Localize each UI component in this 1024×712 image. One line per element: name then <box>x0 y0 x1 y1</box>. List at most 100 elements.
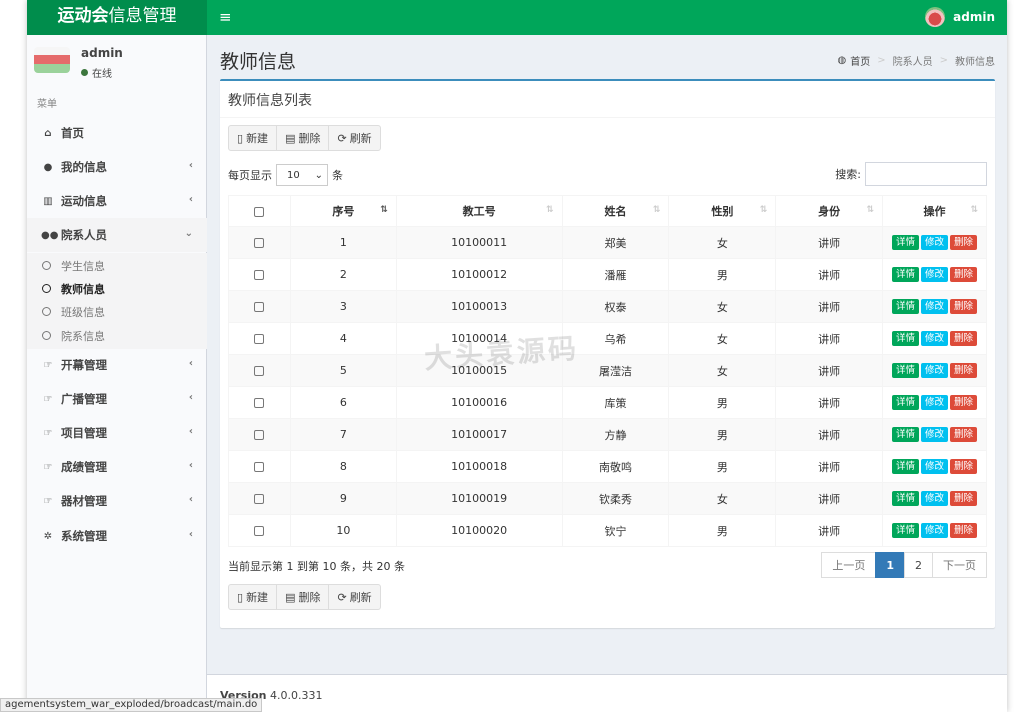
row-delete-button[interactable]: 删除 <box>950 523 978 538</box>
nav-broadcast[interactable]: ☞ 广播管理 ‹ <box>27 382 207 416</box>
submenu-item[interactable]: 院系信息 <box>27 324 207 347</box>
table-row[interactable]: 3 10100013 权泰女讲师 详情 修改 删除 <box>228 290 987 323</box>
column-header[interactable]: 姓名 ⇅ <box>561 195 670 227</box>
table-row[interactable]: 7 10100017 方静男讲师 详情 修改 删除 <box>228 418 987 451</box>
row-select-cell[interactable] <box>228 290 291 323</box>
edit-button[interactable]: 修改 <box>921 363 949 378</box>
row-checkbox[interactable] <box>254 334 265 344</box>
sidebar-toggle-icon[interactable]: ≡ <box>219 8 232 26</box>
column-header[interactable]: 教工号 ⇅ <box>395 195 563 227</box>
nav-my-info[interactable]: ● 我的信息 ‹ <box>27 150 207 184</box>
edit-button[interactable]: 修改 <box>921 331 949 346</box>
column-header[interactable]: 性别 ⇅ <box>668 195 777 227</box>
row-delete-button[interactable]: 删除 <box>950 491 978 506</box>
nav-opening[interactable]: ☞ 开幕管理 ‹ <box>27 348 207 382</box>
row-delete-button[interactable]: 删除 <box>950 363 978 378</box>
row-select-cell[interactable] <box>228 450 291 483</box>
column-header[interactable]: 身份 ⇅ <box>775 195 884 227</box>
table-row[interactable]: 10 10100020 钦宁男讲师 详情 修改 删除 <box>228 514 987 547</box>
row-delete-button[interactable]: 删除 <box>950 331 978 346</box>
row-select-cell[interactable] <box>228 514 291 547</box>
page-1-button[interactable]: 1 <box>875 552 905 578</box>
detail-button[interactable]: 详情 <box>892 523 920 538</box>
edit-button[interactable]: 修改 <box>921 491 949 506</box>
row-delete-button[interactable]: 删除 <box>950 459 978 474</box>
next-page-button[interactable]: 下一页 <box>932 552 987 578</box>
submenu-item[interactable]: 班级信息 <box>27 300 207 323</box>
detail-button[interactable]: 详情 <box>892 363 920 378</box>
row-select-cell[interactable] <box>228 226 291 259</box>
edit-button[interactable]: 修改 <box>921 267 949 282</box>
table-row[interactable]: 6 10100016 库策男讲师 详情 修改 删除 <box>228 386 987 419</box>
detail-button[interactable]: 详情 <box>892 395 920 410</box>
row-select-cell[interactable] <box>228 482 291 515</box>
new-button[interactable]: ▯ 新建 <box>228 584 278 610</box>
row-select-cell[interactable] <box>228 258 291 291</box>
row-checkbox[interactable] <box>254 494 265 504</box>
table-row[interactable]: 8 10100018 南敬鸣男讲师 详情 修改 删除 <box>228 450 987 483</box>
submenu-item[interactable]: 教师信息 <box>27 277 207 300</box>
detail-button[interactable]: 详情 <box>892 459 920 474</box>
table-row[interactable]: 4 10100014 乌希女讲师 详情 修改 删除 <box>228 322 987 355</box>
row-checkbox[interactable] <box>254 270 265 280</box>
edit-button[interactable]: 修改 <box>921 235 949 250</box>
nav-dept-staff[interactable]: ●● 院系人员 ⌄ <box>27 218 207 252</box>
row-checkbox[interactable] <box>254 302 265 312</box>
delete-button[interactable]: ▤ 删除 <box>276 584 330 610</box>
prev-page-button[interactable]: 上一页 <box>821 552 877 578</box>
row-checkbox[interactable] <box>254 462 265 472</box>
select-all-cell[interactable] <box>228 195 291 227</box>
nav-sports-info[interactable]: ▥ 运动信息 ‹ <box>27 184 207 218</box>
column-header[interactable]: 序号 ⇅ <box>289 195 397 227</box>
breadcrumb-dept[interactable]: 院系人员 <box>893 53 933 68</box>
column-header[interactable]: 操作 ⇅ <box>882 195 987 227</box>
detail-button[interactable]: 详情 <box>892 267 920 282</box>
edit-button[interactable]: 修改 <box>921 395 949 410</box>
row-checkbox[interactable] <box>254 238 265 248</box>
user-menu[interactable]: admin <box>925 6 995 28</box>
breadcrumb-home[interactable]: 首页 <box>850 53 870 68</box>
table-row[interactable]: 5 10100015 屠滢洁女讲师 详情 修改 删除 <box>228 354 987 387</box>
delete-button[interactable]: ▤ 删除 <box>276 125 330 151</box>
select-all-checkbox[interactable] <box>254 206 265 217</box>
nav-events[interactable]: ☞ 项目管理 ‹ <box>27 416 207 450</box>
detail-button[interactable]: 详情 <box>892 331 920 346</box>
row-delete-button[interactable]: 删除 <box>950 299 978 314</box>
row-delete-button[interactable]: 删除 <box>950 235 978 250</box>
page-length-select[interactable]: 10 ⌄ <box>276 164 328 186</box>
row-checkbox[interactable] <box>254 398 265 408</box>
row-select-cell[interactable] <box>228 354 291 387</box>
detail-button[interactable]: 详情 <box>892 235 920 250</box>
brand-logo[interactable]: 运动会信息管理 <box>27 0 207 35</box>
row-select-cell[interactable] <box>228 322 291 355</box>
nav-scores[interactable]: ☞ 成绩管理 ‹ <box>27 450 207 484</box>
row-select-cell[interactable] <box>228 418 291 451</box>
row-select-cell[interactable] <box>228 386 291 419</box>
submenu-item[interactable]: 学生信息 <box>27 254 207 277</box>
refresh-button[interactable]: ⟳ 刷新 <box>328 125 381 151</box>
row-delete-button[interactable]: 删除 <box>950 395 978 410</box>
new-button[interactable]: ▯ 新建 <box>228 125 278 151</box>
row-delete-button[interactable]: 删除 <box>950 267 978 282</box>
row-checkbox[interactable] <box>254 430 265 440</box>
page-2-button[interactable]: 2 <box>904 552 933 578</box>
row-checkbox[interactable] <box>254 366 265 376</box>
table-row[interactable]: 1 10100011 郑美女讲师 详情 修改 删除 <box>228 226 987 259</box>
detail-button[interactable]: 详情 <box>892 427 920 442</box>
nav-equipment[interactable]: ☞ 器材管理 ‹ <box>27 484 207 518</box>
detail-button[interactable]: 详情 <box>892 299 920 314</box>
detail-button[interactable]: 详情 <box>892 491 920 506</box>
table-row[interactable]: 9 10100019 钦柔秀女讲师 详情 修改 删除 <box>228 482 987 515</box>
edit-button[interactable]: 修改 <box>921 299 949 314</box>
nav-system[interactable]: ✲ 系统管理 ‹ <box>27 519 207 553</box>
edit-button[interactable]: 修改 <box>921 459 949 474</box>
nav-home[interactable]: ⌂ 首页 <box>27 116 207 150</box>
edit-button[interactable]: 修改 <box>921 427 949 442</box>
edit-button[interactable]: 修改 <box>921 523 949 538</box>
row-delete-button[interactable]: 删除 <box>950 427 978 442</box>
user-panel: admin 在线 <box>27 35 207 90</box>
table-row[interactable]: 2 10100012 潘雁男讲师 详情 修改 删除 <box>228 258 987 291</box>
search-input[interactable] <box>865 162 987 186</box>
refresh-button[interactable]: ⟳ 刷新 <box>328 584 381 610</box>
row-checkbox[interactable] <box>254 526 265 536</box>
